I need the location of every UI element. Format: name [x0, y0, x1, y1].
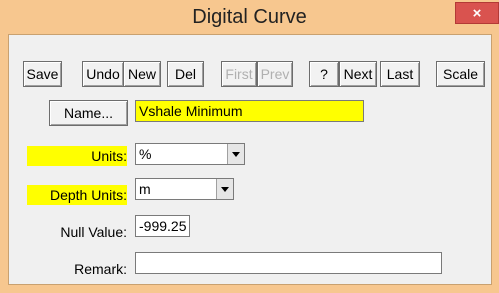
- name-field[interactable]: Vshale Minimum: [135, 100, 364, 122]
- remark-field[interactable]: [135, 252, 442, 274]
- delete-button[interactable]: Del: [167, 61, 204, 87]
- first-button[interactable]: First: [221, 61, 257, 87]
- title-bar: Digital Curve ×: [0, 0, 499, 34]
- name-button[interactable]: Name...: [49, 100, 128, 126]
- next-button[interactable]: Next: [339, 61, 377, 87]
- null-value-field[interactable]: -999.25: [135, 215, 190, 237]
- prev-button[interactable]: Prev: [257, 61, 293, 87]
- units-label: Units:: [27, 146, 127, 166]
- scale-button[interactable]: Scale: [436, 61, 485, 87]
- units-select[interactable]: %: [135, 143, 245, 165]
- undo-button[interactable]: Undo: [82, 61, 124, 87]
- depth-units-select[interactable]: m: [135, 178, 234, 200]
- remark-label: Remark:: [74, 261, 127, 277]
- null-value-label: Null Value:: [60, 224, 127, 240]
- units-value: %: [139, 146, 152, 162]
- last-button[interactable]: Last: [380, 61, 420, 87]
- new-button[interactable]: New: [123, 61, 161, 87]
- dialog-body: Save Undo New Del First Prev ? Next Last…: [8, 34, 492, 285]
- close-icon: ×: [472, 5, 482, 22]
- help-button[interactable]: ?: [309, 61, 339, 87]
- window-title: Digital Curve: [192, 6, 307, 28]
- depth-units-label: Depth Units:: [27, 185, 127, 205]
- chevron-down-icon[interactable]: [216, 179, 233, 199]
- depth-units-value: m: [139, 181, 151, 197]
- save-button[interactable]: Save: [23, 61, 62, 87]
- close-button[interactable]: ×: [455, 2, 499, 24]
- chevron-down-icon[interactable]: [227, 144, 244, 164]
